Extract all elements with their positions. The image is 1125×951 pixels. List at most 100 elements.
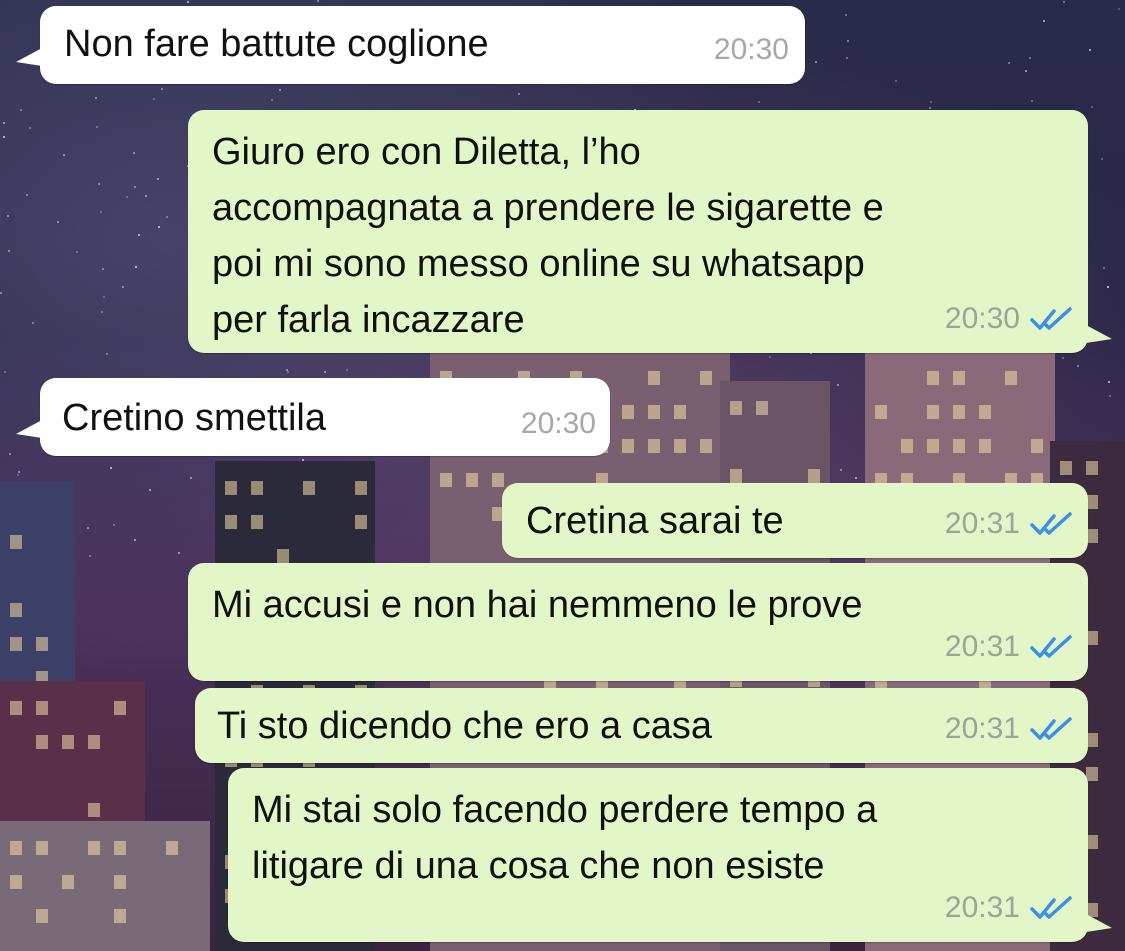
building-window [875,405,887,419]
message-time: 20:31 [944,891,1020,924]
message-time: 20:30 [713,33,789,66]
message-incoming[interactable]: Non fare battute coglione 20:30 [16,6,805,84]
star [1108,381,1110,383]
double-check-icon [1030,635,1072,658]
message-time: 20:31 [944,630,1020,663]
building-window [622,405,634,419]
star [3,136,5,138]
building-window [648,439,660,453]
star [29,127,31,129]
building-window [114,701,126,715]
star [76,251,78,253]
star [158,226,160,228]
star [1025,70,1027,72]
star [95,97,97,99]
building-window [700,371,712,385]
building-window [622,439,634,453]
building-window [492,473,504,487]
message-time: 20:30 [520,407,596,440]
star [845,14,847,16]
star [1107,286,1109,288]
double-check-icon [1030,307,1072,330]
message-text: Non fare battute coglione [64,23,489,65]
building-window [700,439,712,453]
star [20,109,22,111]
star [855,477,857,479]
star [758,101,760,103]
building-window [730,401,742,415]
star [1043,20,1045,22]
star [317,0,319,2]
message-text: Giuro ero con Diletta, l’ho accompagnata… [212,131,884,341]
building-window [466,473,478,487]
message-outgoing[interactable]: Mi stai solo facendo perdere tempo a lit… [228,768,1112,942]
building-window [10,701,22,715]
star [930,101,932,103]
star [138,234,140,236]
building-window [927,405,939,419]
star [287,371,289,373]
star [769,356,771,358]
building-window [979,439,991,453]
message-outgoing[interactable]: Mi accusi e non hai nemmeno le prove 20:… [188,563,1088,681]
star [113,524,115,526]
star [187,1,189,3]
building-window [88,803,100,817]
star [100,211,102,213]
message-time: 20:30 [944,302,1020,335]
building-window [166,841,178,855]
building-window [901,439,913,453]
building-window [808,469,820,483]
message-text: Mi accusi e non hai nemmeno le prove [212,584,863,626]
building-window [953,405,965,419]
star [9,453,11,455]
building-window [730,469,742,483]
building-window [1005,371,1017,385]
message-text: Cretina sarai te [526,500,784,542]
star [126,196,128,198]
building-window [277,549,289,563]
building-window [36,701,48,715]
star [63,154,65,156]
building-window [440,473,452,487]
star [153,98,155,100]
star [3,122,5,124]
building-window [114,909,126,923]
star [1063,1,1065,3]
star [346,369,348,371]
message-outgoing[interactable]: Ti sto dicendo che ero a casa 20:31 [195,688,1088,763]
message-incoming[interactable]: Cretino smettila 20:30 [16,378,610,456]
star [161,88,163,90]
message-outgoing[interactable]: Giuro ero con Diletta, l’ho accompagnata… [188,110,1112,353]
building-window [114,875,126,889]
star [145,195,147,197]
building-window [1060,461,1072,475]
star [847,40,849,42]
building-window [62,735,74,749]
star [102,268,104,270]
building-window [62,875,74,889]
star [7,215,9,217]
building-window [355,515,367,529]
star [26,194,28,196]
building-window [355,481,367,495]
building-window [36,735,48,749]
message-text: Cretino smettila [62,397,326,439]
wallpaper-building [0,821,210,951]
star [8,250,10,252]
message-meta: 20:31 [945,701,1074,757]
building-window [953,439,965,453]
message-outgoing[interactable]: Cretina sarai te 20:31 [502,483,1088,558]
star [1008,62,1010,64]
star [149,489,151,491]
star [190,477,192,479]
star [840,469,842,471]
star [1118,8,1120,10]
star [134,539,136,541]
building-window [251,481,263,495]
star [103,296,105,298]
building-window [303,481,315,495]
building-window [1086,767,1098,781]
building-window [674,405,686,419]
star [178,552,180,554]
